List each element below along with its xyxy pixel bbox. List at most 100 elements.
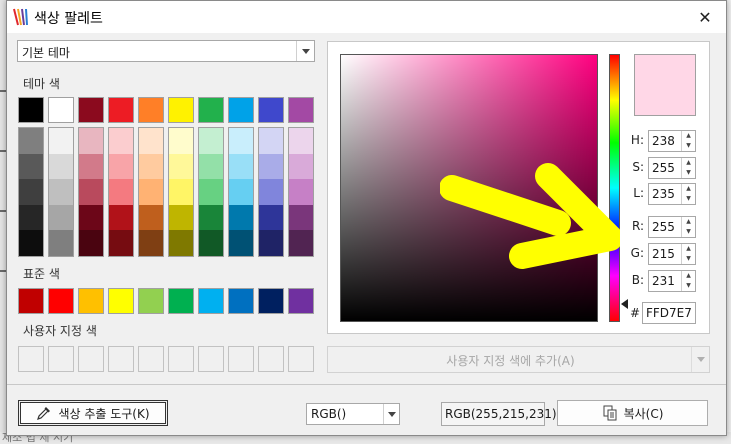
chevron-down-icon[interactable] — [383, 404, 399, 424]
spin-down-icon[interactable]: ▼ — [682, 281, 695, 291]
theme-shade-swatch[interactable] — [229, 153, 253, 180]
chevron-down-icon[interactable] — [691, 347, 709, 372]
theme-shade-swatch[interactable] — [109, 153, 133, 180]
theme-color-swatch[interactable] — [258, 97, 284, 123]
standard-color-swatch[interactable] — [78, 288, 104, 314]
custom-color-slot[interactable] — [288, 346, 314, 372]
theme-shade-swatch[interactable] — [289, 128, 313, 154]
theme-shade-swatch[interactable] — [19, 128, 43, 154]
theme-shade-swatch[interactable] — [259, 179, 283, 205]
theme-shade-swatch[interactable] — [199, 230, 223, 256]
theme-color-swatch[interactable] — [48, 97, 74, 123]
hue-slider[interactable] — [609, 54, 620, 322]
theme-dropdown[interactable]: 기본 테마 — [17, 40, 315, 62]
theme-shade-swatch[interactable] — [139, 128, 163, 154]
theme-shade-swatch[interactable] — [49, 179, 73, 205]
spin-up-icon[interactable]: ▲ — [682, 244, 695, 254]
chevron-down-icon[interactable] — [296, 41, 314, 61]
theme-shade-swatch[interactable] — [79, 230, 103, 256]
theme-shade-swatch[interactable] — [49, 128, 73, 154]
theme-shade-swatch[interactable] — [79, 204, 103, 231]
saturation-value-field[interactable] — [340, 54, 598, 322]
theme-shade-swatch[interactable] — [259, 230, 283, 256]
spinbox-b[interactable]: 231 ▲ ▼ — [648, 270, 696, 292]
theme-color-swatch[interactable] — [288, 97, 314, 123]
theme-shade-swatch[interactable] — [289, 179, 313, 205]
standard-color-swatch[interactable] — [18, 288, 44, 314]
standard-color-swatch[interactable] — [138, 288, 164, 314]
theme-color-swatch[interactable] — [228, 97, 254, 123]
theme-shade-swatch[interactable] — [199, 204, 223, 231]
theme-shade-swatch[interactable] — [19, 179, 43, 205]
standard-color-swatch[interactable] — [228, 288, 254, 314]
theme-shade-swatch[interactable] — [169, 153, 193, 180]
standard-color-swatch[interactable] — [48, 288, 74, 314]
standard-color-swatch[interactable] — [198, 288, 224, 314]
close-button[interactable]: ✕ — [691, 5, 719, 29]
custom-color-slot[interactable] — [198, 346, 224, 372]
custom-color-slot[interactable] — [48, 346, 74, 372]
custom-color-slot[interactable] — [258, 346, 284, 372]
spinbox-s[interactable]: 255 ▲ ▼ — [648, 157, 696, 179]
custom-color-slot[interactable] — [168, 346, 194, 372]
spin-down-icon[interactable]: ▼ — [682, 168, 695, 178]
theme-shade-swatch[interactable] — [229, 230, 253, 256]
theme-shade-swatch[interactable] — [199, 153, 223, 180]
spin-up-icon[interactable]: ▲ — [682, 184, 695, 194]
theme-shade-swatch[interactable] — [259, 204, 283, 231]
standard-color-swatch[interactable] — [258, 288, 284, 314]
theme-shade-swatch[interactable] — [109, 179, 133, 205]
theme-color-swatch[interactable] — [18, 97, 44, 123]
custom-color-slot[interactable] — [138, 346, 164, 372]
theme-shade-swatch[interactable] — [199, 128, 223, 154]
theme-shade-swatch[interactable] — [289, 230, 313, 256]
standard-color-swatch[interactable] — [108, 288, 134, 314]
theme-color-swatch[interactable] — [168, 97, 194, 123]
theme-shade-swatch[interactable] — [169, 230, 193, 256]
theme-shade-swatch[interactable] — [139, 204, 163, 231]
theme-shade-swatch[interactable] — [259, 128, 283, 154]
spin-down-icon[interactable]: ▼ — [682, 254, 695, 264]
theme-color-swatch[interactable] — [138, 97, 164, 123]
theme-shade-swatch[interactable] — [169, 204, 193, 231]
theme-shade-swatch[interactable] — [139, 153, 163, 180]
custom-color-slot[interactable] — [228, 346, 254, 372]
theme-shade-swatch[interactable] — [229, 179, 253, 205]
standard-color-swatch[interactable] — [288, 288, 314, 314]
theme-shade-swatch[interactable] — [79, 128, 103, 154]
custom-color-slot[interactable] — [18, 346, 44, 372]
theme-shade-swatch[interactable] — [169, 128, 193, 154]
theme-shade-swatch[interactable] — [259, 153, 283, 180]
spin-up-icon[interactable]: ▲ — [682, 158, 695, 168]
eyedropper-button[interactable]: 색상 추출 도구(K) — [18, 400, 168, 426]
spin-down-icon[interactable]: ▼ — [682, 227, 695, 237]
theme-shade-swatch[interactable] — [19, 153, 43, 180]
theme-shade-swatch[interactable] — [139, 230, 163, 256]
color-output-field[interactable]: RGB(255,215,231) — [441, 402, 557, 426]
add-to-custom-button[interactable]: 사용자 지정 색에 추가(A) — [327, 346, 710, 373]
format-dropdown[interactable]: RGB() — [306, 403, 400, 425]
custom-color-slot[interactable] — [108, 346, 134, 372]
title-bar[interactable]: 색상 팔레트 ✕ — [7, 1, 726, 33]
theme-shade-swatch[interactable] — [199, 179, 223, 205]
spinbox-h[interactable]: 238 ▲ ▼ — [648, 130, 696, 152]
spin-down-icon[interactable]: ▼ — [682, 194, 695, 204]
copy-button[interactable]: 복사(C) — [557, 400, 708, 426]
spin-up-icon[interactable]: ▲ — [682, 271, 695, 281]
hue-slider-handle[interactable] — [621, 299, 628, 309]
spinbox-g[interactable]: 215 ▲ ▼ — [648, 243, 696, 265]
theme-shade-swatch[interactable] — [19, 204, 43, 231]
theme-shade-swatch[interactable] — [289, 153, 313, 180]
spinbox-r[interactable]: 255 ▲ ▼ — [648, 216, 696, 238]
theme-shade-swatch[interactable] — [109, 230, 133, 256]
theme-shade-swatch[interactable] — [79, 179, 103, 205]
theme-shade-swatch[interactable] — [289, 204, 313, 231]
theme-shade-swatch[interactable] — [109, 204, 133, 231]
custom-color-slot[interactable] — [78, 346, 104, 372]
hex-input[interactable]: FFD7E7 — [642, 302, 696, 324]
theme-shade-swatch[interactable] — [229, 128, 253, 154]
theme-shade-swatch[interactable] — [229, 204, 253, 231]
theme-shade-swatch[interactable] — [49, 230, 73, 256]
theme-shade-swatch[interactable] — [49, 153, 73, 180]
theme-color-swatch[interactable] — [198, 97, 224, 123]
